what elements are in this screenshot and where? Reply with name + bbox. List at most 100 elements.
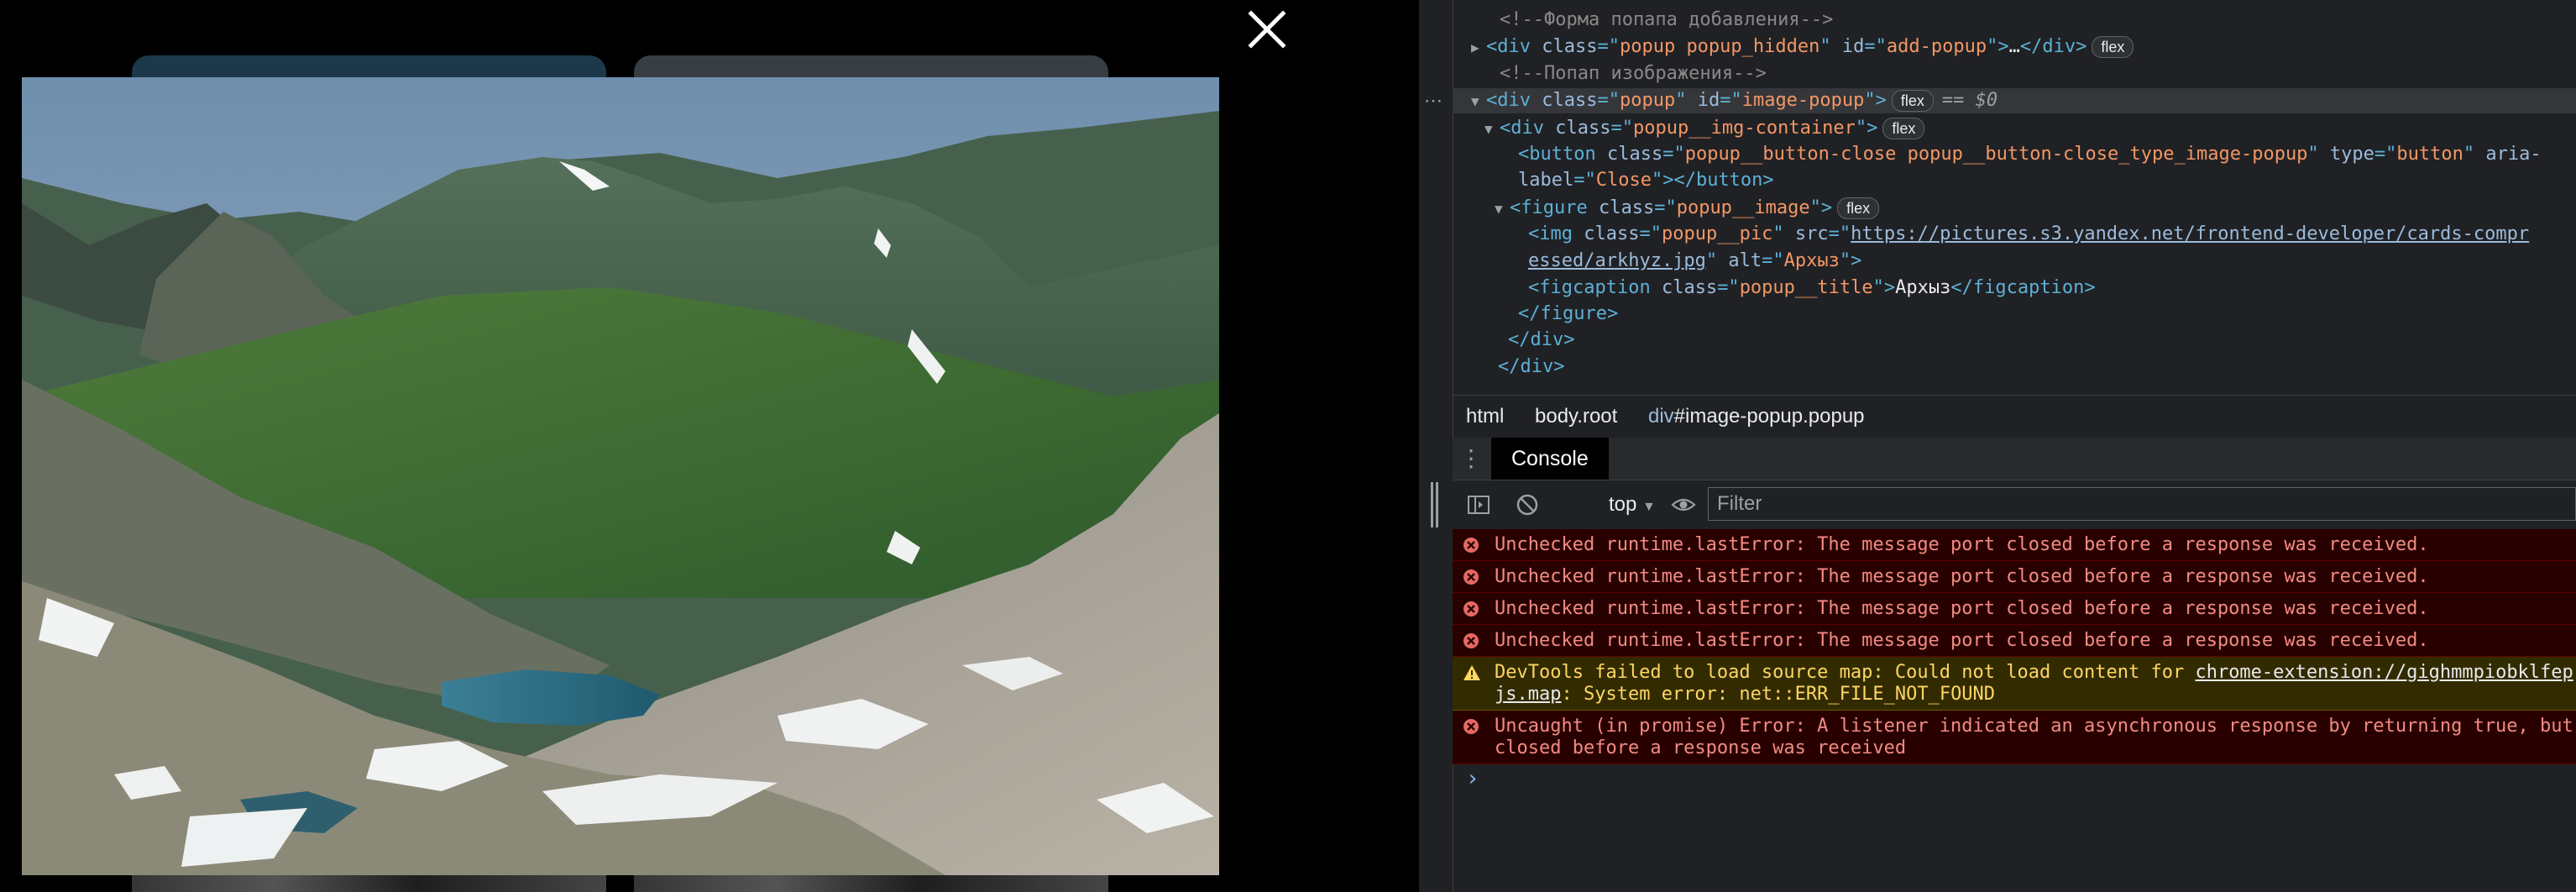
close-icon — [1248, 10, 1286, 49]
dom-token-attr-name: class — [1555, 118, 1611, 139]
message-text: Unchecked runtime.lastError: The message… — [1495, 598, 2429, 619]
dom-token-tag: <figure — [1510, 197, 1599, 218]
message-text: Unchecked runtime.lastError: The message… — [1495, 630, 2429, 651]
expand-triangle-icon[interactable]: ▼ — [1495, 197, 1510, 222]
console-error-message[interactable]: Unchecked runtime.lastError: The message… — [1453, 561, 2576, 593]
console-warning-message[interactable]: DevTools failed to load source map: Coul… — [1453, 657, 2576, 711]
console-filter-input[interactable] — [1708, 487, 2576, 521]
dom-token-tag: " — [2463, 144, 2486, 165]
console-error-message[interactable]: Unchecked runtime.lastError: The message… — [1453, 593, 2576, 625]
dom-token-tag: " — [1819, 36, 1842, 57]
dom-token-tag: " — [1705, 250, 1729, 271]
dom-token-tag: =" — [1717, 277, 1740, 298]
sidebar-toggle-icon[interactable] — [1466, 492, 1491, 517]
console-error-message[interactable]: Unchecked runtime.lastError: The message… — [1453, 529, 2576, 561]
console-toolbar: top ▼ — [1453, 480, 2576, 530]
dom-token-tag: =" — [1762, 250, 1784, 271]
message-text: Uncaught (in promise) Error: A listener … — [1495, 716, 2573, 737]
context-selector[interactable]: top ▼ — [1609, 491, 1656, 522]
dom-token-attr-name: type — [2329, 144, 2374, 165]
dom-token-tag: =" — [1597, 90, 1620, 111]
dom-token-tag: </figure> — [1518, 303, 1619, 324]
drawer-tabbar: ⋮ Console — [1453, 438, 2576, 480]
dom-token-tag: "> — [1987, 36, 2009, 57]
dom-token-tag: </div> — [1498, 356, 1565, 377]
dom-token-attr-name: id — [1697, 90, 1720, 111]
error-icon — [1463, 569, 1479, 585]
expand-triangle-icon[interactable]: ▼ — [1484, 117, 1500, 142]
dom-token-attr-val: popup__button-close popup__button-close_… — [1684, 144, 2308, 165]
dom-token-attr-val: Архыз — [1783, 250, 1840, 271]
dom-token-tag: " — [1675, 90, 1698, 111]
node-actions-icon[interactable]: ⋯ — [1424, 88, 1442, 113]
error-icon — [1463, 601, 1479, 617]
breadcrumb: html body.root div#image-popup.popup — [1453, 395, 2576, 438]
more-tabs-icon[interactable]: ⋮ — [1459, 444, 1483, 473]
dom-token-attr-name: label — [1518, 170, 1574, 191]
dom-token-comment: <!--Попап изображения--> — [1500, 63, 1767, 84]
dom-token-attr-name: class — [1598, 197, 1655, 218]
dom-token-tag: "> — [1839, 250, 1862, 271]
drawer-resize-handle[interactable] — [1431, 482, 1438, 527]
dom-token-tag: </figcaption> — [1950, 277, 2096, 298]
dom-token-attr-name: class — [1584, 223, 1640, 244]
dom-token-attr-name: class — [1542, 36, 1598, 57]
message-text: Unchecked runtime.lastError: The message… — [1495, 566, 2429, 587]
dom-token-tag: </div> — [1508, 329, 1575, 350]
breadcrumb-body-label: body.root — [1535, 405, 1618, 428]
dom-token-tag: <div — [1500, 118, 1556, 139]
dom-token-link[interactable]: https://pictures.s3.yandex.net/frontend-… — [1851, 223, 2529, 244]
dom-node-selected[interactable]: ▼ <div class="popup" id="image-popup"> fle… — [1424, 88, 2576, 114]
dom-token-attr-name: class — [1661, 277, 1718, 298]
console-prompt[interactable]: › — [1466, 766, 1479, 791]
clear-console-icon[interactable] — [1515, 492, 1540, 517]
flex-badge[interactable]: flex — [1891, 90, 1934, 112]
message-text: : System error: net::ERR_FILE_NOT_FOUND — [1561, 684, 1996, 705]
dom-token-tag: <div — [1486, 36, 1542, 57]
dom-token-attr-val: popup__image — [1676, 197, 1810, 218]
dom-token-tag: <button — [1518, 144, 1607, 165]
dom-token-attr-val: popup__pic — [1661, 223, 1773, 244]
source-link[interactable]: chrome-extension://gighmmpiobklfep — [2195, 662, 2573, 683]
dom-token-tag: " — [2307, 144, 2330, 165]
popup-close-button[interactable] — [1246, 8, 1288, 50]
context-selector-value: top — [1609, 493, 1637, 516]
expand-triangle-icon[interactable]: ▼ — [1471, 89, 1486, 114]
console-messages: Unchecked runtime.lastError: The message… — [1453, 529, 2576, 764]
dom-token-tag: =" — [2374, 144, 2397, 165]
flex-badge[interactable]: flex — [2092, 36, 2134, 58]
popup-figure — [22, 77, 1219, 875]
message-text: Unchecked runtime.lastError: The message… — [1495, 534, 2429, 555]
warning-icon — [1463, 664, 1481, 681]
eye-icon[interactable] — [1671, 492, 1696, 517]
breadcrumb-div-image-popup[interactable]: div#image-popup.popup — [1648, 396, 1865, 438]
flex-badge[interactable]: flex — [1882, 118, 1925, 139]
collapse-triangle-icon[interactable]: ▶ — [1471, 35, 1486, 60]
dom-token-attr-val: Close — [1595, 170, 1652, 191]
dom-token-tag: =" — [1610, 118, 1633, 139]
elements-tree[interactable]: <!--Форма попапа добавления--> ▶ <div clas… — [1419, 0, 2576, 393]
breadcrumb-html[interactable]: html — [1466, 396, 1504, 438]
dom-token-tag: <div — [1486, 90, 1542, 111]
breadcrumb-body[interactable]: body.root — [1535, 396, 1617, 438]
source-link[interactable]: js.map — [1495, 684, 1561, 705]
dom-token-link[interactable]: essed/arkhyz.jpg — [1528, 250, 1706, 271]
dom-token-tag: =" — [1597, 36, 1620, 57]
dom-token-text-node: Архыз — [1895, 277, 1951, 298]
dom-token-tag: =" — [1828, 223, 1851, 244]
dom-token-attr-name: class — [1542, 90, 1598, 111]
tab-console[interactable]: Console — [1491, 438, 1609, 480]
dom-token-attr-val: popup__img-container — [1632, 118, 1856, 139]
console-error-message[interactable]: Unchecked runtime.lastError: The message… — [1453, 625, 2576, 657]
breadcrumb-div-prefix: div — [1647, 405, 1674, 428]
dom-token-attr-val: popup — [1619, 90, 1676, 111]
dom-token-tag: =" — [1654, 197, 1677, 218]
console-error-message[interactable]: Uncaught (in promise) Error: A listener … — [1453, 711, 2576, 764]
flex-badge[interactable]: flex — [1837, 197, 1880, 219]
message-text: closed before a response was received — [1495, 737, 1907, 758]
error-icon — [1463, 632, 1479, 649]
breadcrumb-div-rest: #image-popup.popup — [1673, 405, 1865, 428]
dom-token-tag: =" — [1720, 90, 1742, 111]
dom-token-tag: =" — [1639, 223, 1662, 244]
dom-token-tag: "> — [1855, 118, 1878, 139]
